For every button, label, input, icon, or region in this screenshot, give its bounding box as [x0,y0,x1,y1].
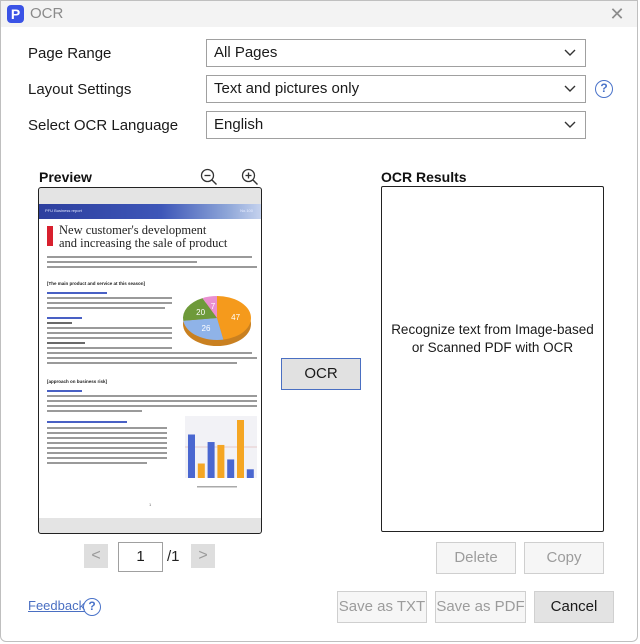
text-line [47,362,237,364]
ocr-button[interactable]: OCR [281,358,361,390]
previous-page-button[interactable]: < [84,544,108,568]
text-line [47,347,172,349]
text-line [47,457,167,459]
text-line [47,327,172,329]
bar-chart-caption [197,486,237,488]
document-title: New customer's development and increasin… [59,224,227,250]
chevron-down-icon [564,85,576,92]
ocr-dialog: P OCR ✕ Page Range All Pages Layout Sett… [0,0,638,642]
text-line [47,256,252,258]
ocr-results-pane[interactable]: Recognize text from Image-based or Scann… [381,186,604,532]
zoom-in-icon[interactable] [241,168,259,186]
text-line [47,390,82,392]
text-line [47,447,167,449]
save-as-txt-button[interactable]: Save as TXT [337,591,427,623]
bar [188,434,195,478]
page-range-select[interactable]: All Pages [206,39,586,67]
title-bar: P OCR ✕ [1,1,637,27]
window-title: OCR [30,5,64,22]
layout-settings-value: Text and pictures only [214,80,360,97]
layout-settings-label: Layout Settings [28,81,132,98]
bar [246,469,254,478]
text-line [47,462,147,464]
page-range-value: All Pages [214,44,278,61]
text-line [47,297,172,299]
ocr-results-hint: Recognize text from Image-based or Scann… [391,322,594,355]
document-page-number: 1 [149,502,152,507]
document-section-heading: [approach on business risk] [47,379,108,384]
pie-chart-thumbnail: 47 26 20 7 [183,296,252,346]
ocr-language-select[interactable]: English [206,111,586,139]
text-line [47,442,167,444]
ocr-results-title: OCR Results [381,169,467,185]
chevron-down-icon [564,121,576,128]
document-header-right: No.100 [240,208,253,213]
document-title-accent [47,226,53,246]
feedback-link[interactable]: Feedback [28,598,85,613]
page-number-input[interactable]: 1 [118,542,163,572]
text-line [47,332,172,334]
bar [207,442,215,478]
document-title-line2: and increasing the sale of product [59,236,228,250]
copy-button[interactable]: Copy [524,542,604,574]
text-line [47,261,197,263]
layout-help-icon[interactable]: ? [595,80,613,98]
text-line [47,322,72,324]
text-line [47,432,167,434]
text-line [47,452,167,454]
cancel-button[interactable]: Cancel [534,591,614,623]
feedback-help-icon[interactable]: ? [83,598,101,616]
document-section-heading: [The main product and service at this se… [47,281,146,286]
text-line [47,400,257,402]
chevron-down-icon [564,49,576,56]
text-line [47,405,257,407]
preview-title: Preview [39,169,92,185]
text-line [47,337,172,339]
text-line [47,410,142,412]
text-line [47,357,257,359]
bar [237,420,244,478]
document-header-left: PFU Business report [45,208,82,213]
preview-pane[interactable]: PFU Business report No.100 New customer'… [38,187,262,534]
text-line [47,292,107,294]
app-logo-icon: P [7,5,24,23]
text-line [47,317,82,319]
document-header-band: PFU Business report No.100 [39,204,261,219]
bar [217,444,225,478]
delete-button[interactable]: Delete [436,542,516,574]
save-as-pdf-button[interactable]: Save as PDF [435,591,526,623]
text-line [47,307,165,309]
text-line [47,342,85,344]
text-line [47,395,257,397]
document-page-thumbnail: PFU Business report No.100 New customer'… [39,204,261,518]
ocr-language-value: English [214,116,264,133]
text-line [47,302,172,304]
page-total: /1 [167,548,180,565]
page-range-label: Page Range [28,45,112,62]
bar [227,459,235,478]
zoom-out-icon[interactable] [200,168,218,186]
layout-settings-select[interactable]: Text and pictures only [206,75,586,103]
pie-slice-label: 7 [211,302,216,311]
ocr-language-label: Select OCR Language [28,117,179,134]
text-line [47,427,167,429]
close-button[interactable]: ✕ [607,4,627,24]
text-line [47,437,167,439]
pie-slice-label: 20 [196,308,205,317]
pie-slice-label: 26 [202,324,211,333]
bar [197,463,205,478]
bar-chart-thumbnail [185,416,257,488]
pie-slice-label: 47 [231,313,240,322]
text-line [47,421,127,423]
next-page-button[interactable]: > [191,544,215,568]
text-line [47,266,257,268]
